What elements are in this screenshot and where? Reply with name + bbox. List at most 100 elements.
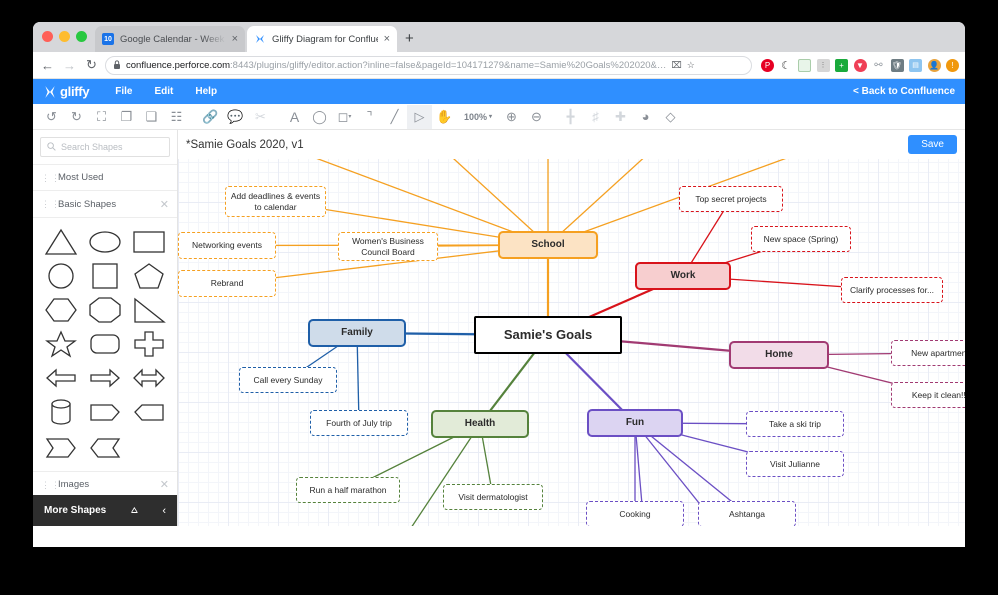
shape-pentagon[interactable]: [127, 261, 171, 290]
mindmap-canvas[interactable]: Research opportunitiesCase study competi…: [178, 152, 965, 526]
mindmap-leaf-node[interactable]: Visit Julianne: [746, 451, 844, 477]
forward-icon[interactable]: →: [61, 58, 78, 73]
drag-handle-icon[interactable]: ⋮⋮: [41, 175, 49, 181]
mindmap-hub-home[interactable]: Home: [729, 341, 829, 369]
close-icon[interactable]: ✕: [160, 478, 169, 491]
mindmap-leaf-node[interactable]: Women's Business Council Board: [338, 232, 438, 261]
mindmap-leaf-node[interactable]: Top secret projects: [679, 186, 783, 212]
mindmap-leaf-node[interactable]: Networking events: [178, 232, 276, 259]
mindmap-leaf-node[interactable]: Visit dermatologist: [443, 484, 543, 510]
dark-mode-icon[interactable]: ☾: [780, 59, 793, 72]
menu-edit[interactable]: Edit: [155, 86, 174, 97]
sidebar-section-images[interactable]: ⋮⋮ Images ✕: [33, 471, 177, 498]
shape-chevron-left-tail[interactable]: [127, 397, 171, 426]
shape-ellipse[interactable]: [83, 227, 127, 256]
shape-hexagon[interactable]: [39, 295, 83, 324]
cast-icon[interactable]: ⌧: [671, 60, 681, 71]
tab-google-calendar[interactable]: 10 Google Calendar - Week of De ×: [95, 26, 245, 52]
search-shapes-input[interactable]: Search Shapes: [40, 137, 170, 157]
shape-arrow-both[interactable]: [127, 363, 171, 392]
add-icon[interactable]: +: [835, 59, 848, 72]
shape-arrow-left[interactable]: [39, 363, 83, 392]
mindmap-hub-school[interactable]: School: [498, 231, 598, 259]
mindmap-leaf-node[interactable]: New space (Spring): [751, 226, 851, 252]
new-tab-button[interactable]: +: [405, 31, 414, 46]
mindmap-hub-family[interactable]: Family: [308, 319, 406, 347]
close-icon[interactable]: ×: [232, 34, 238, 45]
mindmap-hub-work[interactable]: Work: [635, 262, 731, 290]
mindmap-leaf-node[interactable]: Cooking: [586, 501, 684, 526]
calendar-ext-icon[interactable]: ▤: [909, 59, 922, 72]
shape-cross[interactable]: [127, 329, 171, 358]
window-controls[interactable]: [42, 31, 87, 42]
drag-handle-icon[interactable]: ⋮⋮: [41, 201, 49, 207]
mindmap-leaf-node[interactable]: Call every Sunday: [239, 367, 337, 393]
shape-star[interactable]: [39, 329, 83, 358]
zoom-out-icon[interactable]: ⊖: [524, 105, 549, 129]
redo-icon[interactable]: ↻: [64, 105, 89, 129]
mindmap-leaf-node[interactable]: New apartment: [891, 340, 965, 366]
mindmap-leaf-node[interactable]: Ashtanga: [698, 501, 796, 526]
mindmap-leaf-node[interactable]: Take a ski trip: [746, 411, 844, 437]
menu-help[interactable]: Help: [195, 86, 217, 97]
close-icon[interactable]: ✕: [160, 198, 169, 211]
ellipse-icon[interactable]: ◯: [307, 105, 332, 129]
shape-arrow-right[interactable]: [83, 363, 127, 392]
more-shapes-button[interactable]: More Shapes ⩟ ‹: [33, 495, 177, 526]
mindmap-root-node[interactable]: Samie's Goals: [474, 316, 622, 354]
text-icon[interactable]: A: [282, 105, 307, 129]
shape-square[interactable]: [83, 261, 127, 290]
mindmap-leaf-node[interactable]: Rebrand: [178, 270, 276, 297]
copy-icon[interactable]: ❑: [139, 105, 164, 129]
back-to-confluence-link[interactable]: < Back to Confluence: [853, 86, 955, 97]
snap-icon[interactable]: ✚: [608, 105, 633, 129]
close-window-button[interactable]: [42, 31, 53, 42]
tab-gliffy[interactable]: Gliffy Diagram for Confluence ×: [247, 26, 397, 52]
shape-rounded-rect[interactable]: [83, 329, 127, 358]
mindmap-leaf-node[interactable]: Keep it clean!!!: [891, 382, 965, 408]
document-icon[interactable]: [798, 59, 811, 72]
zoom-in-icon[interactable]: ⊕: [499, 105, 524, 129]
menu-file[interactable]: File: [115, 86, 132, 97]
shape-flag-right[interactable]: [39, 431, 83, 460]
address-input[interactable]: confluence.perforce.com:8443/plugins/gli…: [105, 56, 752, 75]
alert-icon[interactable]: !: [946, 59, 959, 72]
fit-to-screen-icon[interactable]: ⛶: [89, 105, 114, 129]
mindmap-hub-health[interactable]: Health: [431, 410, 529, 438]
line-icon[interactable]: ╱: [382, 105, 407, 129]
close-icon[interactable]: ×: [384, 34, 390, 45]
resize-icon[interactable]: ⩟: [117, 504, 138, 517]
wrench-icon[interactable]: ⚯: [872, 59, 885, 72]
reload-icon[interactable]: ↻: [83, 57, 100, 73]
avatar-icon[interactable]: 👤: [928, 59, 941, 72]
group-icon[interactable]: ☷: [164, 105, 189, 129]
gray-square-icon[interactable]: ⋮: [817, 59, 830, 72]
sidebar-section-most-used[interactable]: ⋮⋮ Most Used: [33, 164, 177, 191]
collapse-sidebar-icon[interactable]: ‹: [148, 505, 166, 517]
pointer-icon[interactable]: ▷: [407, 105, 432, 129]
shape-cylinder[interactable]: [39, 397, 83, 426]
shield-icon[interactable]: 🛡: [891, 59, 904, 72]
connector-icon[interactable]: ⌝: [357, 105, 382, 129]
shape-rectangle[interactable]: [127, 227, 171, 256]
pinterest-icon[interactable]: P: [761, 59, 774, 72]
mindmap-leaf-node[interactable]: Run a half marathon: [296, 477, 400, 503]
rectangle-icon[interactable]: ◻▾: [332, 105, 357, 129]
hand-icon[interactable]: ✋: [432, 105, 457, 129]
mindmap-leaf-node[interactable]: Add deadlines & events to calendar: [225, 186, 326, 217]
shape-octagon[interactable]: [83, 295, 127, 324]
back-icon[interactable]: ←: [39, 58, 56, 73]
save-button[interactable]: Save: [908, 135, 957, 154]
sidebar-section-basic-shapes[interactable]: ⋮⋮ Basic Shapes ✕: [33, 191, 177, 218]
theme-icon[interactable]: ◕: [633, 105, 658, 129]
grid-icon[interactable]: ♯: [583, 105, 608, 129]
duplicate-icon[interactable]: ❐: [114, 105, 139, 129]
shape-chevron-right[interactable]: [83, 397, 127, 426]
shape-triangle[interactable]: [39, 227, 83, 256]
mindmap-leaf-node[interactable]: Clarify processes for...: [841, 277, 943, 303]
zoom-level[interactable]: 100%▾: [457, 105, 499, 129]
undo-icon[interactable]: ↺: [39, 105, 64, 129]
minimize-window-button[interactable]: [59, 31, 70, 42]
mindmap-hub-fun[interactable]: Fun: [587, 409, 683, 437]
guides-icon[interactable]: ╋: [558, 105, 583, 129]
